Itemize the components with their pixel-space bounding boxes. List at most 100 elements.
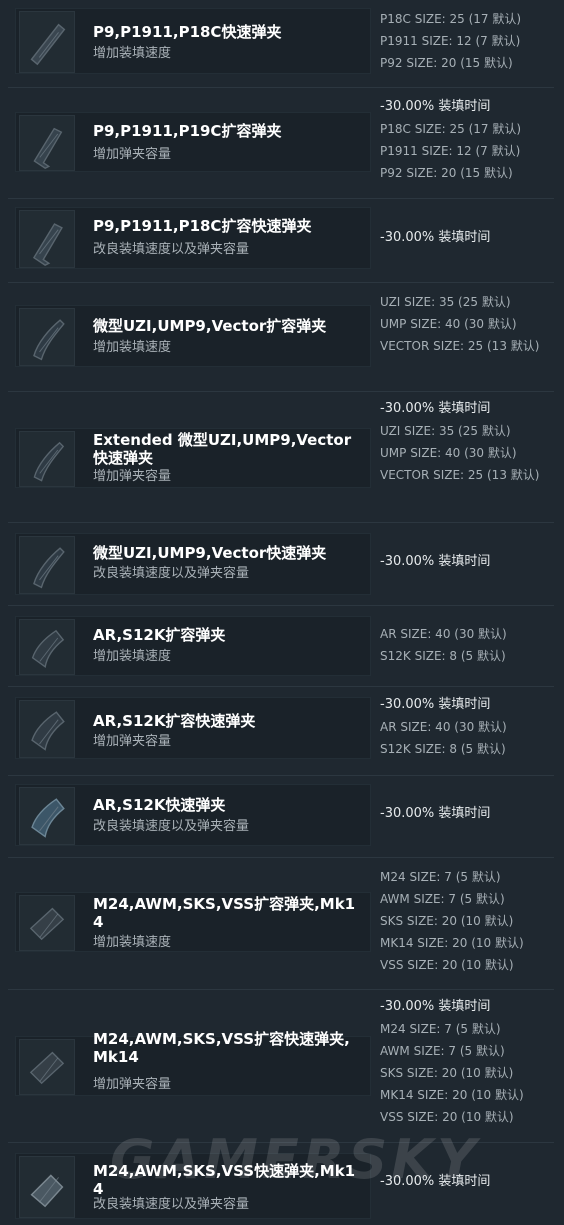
size-stat: P1911 SIZE: 12 (7 默认): [380, 34, 521, 48]
magazine-stats: P18C SIZE: 25 (17 默认) P1911 SIZE: 12 (7 默…: [380, 8, 550, 74]
magazine-description: 增加装填速度: [93, 340, 172, 355]
magazine-icon: [19, 895, 75, 951]
magazine-row: P9,P1911,P19C扩容弹夹 增加弹夹容量 -30.00% 装填时间 P18C …: [8, 87, 554, 198]
size-stat: UMP SIZE: 40 (30 默认): [380, 446, 517, 460]
size-stat: UZI SIZE: 35 (25 默认): [380, 424, 511, 438]
magazine-icon: [19, 210, 75, 268]
magazine-card: 微型UZI,UMP9,Vector扩容弹夹 增加装填速度: [15, 305, 371, 367]
magazine-icon: [19, 115, 75, 171]
size-stat: UMP SIZE: 40 (30 默认): [380, 317, 517, 331]
magazine-card: AR,S12K快速弹夹改良装填速度以及弹夹容量: [15, 784, 371, 846]
magazine-card: M24,AWM,SKS,VSS快速弹夹,Mk14 改良装填速度以及弹夹容量: [15, 1153, 371, 1219]
magazine-row: AR,S12K扩容弹夹 增加装填速度 AR SIZE: 40 (30 默认) S12K…: [8, 605, 554, 686]
magazine-card: P9,P1911,P18C快速弹夹 增加装填速度: [15, 8, 371, 74]
magazine-description: 改良装填速度以及弹夹容量: [93, 819, 250, 834]
magazine-description: 增加装填速度: [93, 649, 172, 664]
magazine-card: AR,S12K扩容快速弹夹 增加弹夹容量: [15, 697, 371, 759]
magazine-name: M24,AWM,SKS,VSS扩容快速弹夹,Mk14: [93, 1030, 350, 1066]
magazine-stats: AR SIZE: 40 (30 默认) S12K SIZE: 8 (5 默认): [380, 623, 550, 667]
magazine-name: AR,S12K扩容快速弹夹: [93, 712, 256, 730]
magazine-icon: [19, 700, 75, 758]
magazine-icon: [19, 431, 75, 487]
size-stat: P92 SIZE: 20 (15 默认): [380, 166, 513, 180]
reload-time-stat: -30.00% 装填时间: [380, 554, 491, 569]
magazine-card: M24,AWM,SKS,VSS扩容弹夹,Mk14 增加装填速度: [15, 892, 371, 952]
size-stat: P92 SIZE: 20 (15 默认): [380, 56, 513, 70]
magazine-row: AR,S12K快速弹夹改良装填速度以及弹夹容量 -30.00% 装填时间: [8, 775, 554, 857]
magazine-name: AR,S12K快速弹夹: [93, 796, 226, 814]
magazine-name: P9,P1911,P18C扩容快速弹夹: [93, 217, 312, 235]
size-stat: M24 SIZE: 7 (5 默认): [380, 1022, 501, 1036]
magazine-stats: M24 SIZE: 7 (5 默认) AWM SIZE: 7 (5 默认) SKS …: [380, 866, 550, 976]
reload-time-stat: -30.00% 装填时间: [380, 230, 491, 245]
magazine-icon: [19, 308, 75, 366]
reload-time-stat: -30.00% 装填时间: [380, 806, 491, 821]
magazine-stats: -30.00% 装填时间: [380, 227, 550, 249]
magazine-name: M24,AWM,SKS,VSS扩容弹夹,Mk14: [93, 895, 356, 931]
magazine-row: M24,AWM,SKS,VSS快速弹夹,Mk14 改良装填速度以及弹夹容量 -30.…: [8, 1142, 554, 1225]
magazine-row: 微型UZI,UMP9,Vector快速弹夹 改良装填速度以及弹夹容量 -30.00%…: [8, 522, 554, 605]
magazine-description: 增加装填速度: [93, 935, 172, 950]
magazine-row: M24,AWM,SKS,VSS扩容快速弹夹,Mk14 增加弹夹容量 -30.00% …: [8, 989, 554, 1142]
magazine-stats: -30.00% 装填时间: [380, 803, 550, 825]
reload-time-stat: -30.00% 装填时间: [380, 697, 491, 712]
reload-time-stat: -30.00% 装填时间: [380, 1174, 491, 1189]
size-stat: S12K SIZE: 8 (5 默认): [380, 649, 506, 663]
size-stat: P18C SIZE: 25 (17 默认): [380, 12, 522, 26]
magazine-row: M24,AWM,SKS,VSS扩容弹夹,Mk14 增加装填速度 M24 SIZE: …: [8, 857, 554, 989]
magazine-description: 改良装填速度以及弹夹容量: [93, 566, 250, 581]
reload-time-stat: -30.00% 装填时间: [380, 99, 491, 114]
magazine-row: 微型UZI,UMP9,Vector扩容弹夹 增加装填速度 UZI SIZE: 35 …: [8, 282, 554, 391]
magazine-name: AR,S12K扩容弹夹: [93, 626, 226, 644]
magazine-name: 微型UZI,UMP9,Vector快速弹夹: [93, 544, 327, 562]
size-stat: SKS SIZE: 20 (10 默认): [380, 914, 514, 928]
size-stat: VECTOR SIZE: 25 (13 默认): [380, 468, 540, 482]
magazine-stats: -30.00% 装填时间 M24 SIZE: 7 (5 默认) AWM SIZE: …: [380, 996, 550, 1128]
magazine-icon: [19, 1039, 75, 1095]
magazine-row: P9,P1911,P18C快速弹夹 增加装填速度 P18C SIZE: 25 (17…: [8, 0, 554, 86]
magazine-row: Extended 微型UZI,UMP9,Vector快速弹夹增加弹夹容量 -30.…: [8, 391, 554, 522]
magazine-stats: -30.00% 装填时间: [380, 551, 550, 573]
size-stat: S12K SIZE: 8 (5 默认): [380, 742, 506, 756]
magazine-name: P9,P1911,P18C快速弹夹: [93, 23, 282, 41]
size-stat: AR SIZE: 40 (30 默认): [380, 720, 507, 734]
magazine-card: M24,AWM,SKS,VSS扩容快速弹夹,Mk14 增加弹夹容量: [15, 1030, 371, 1096]
reload-time-stat: -30.00% 装填时间: [380, 401, 491, 416]
size-stat: P18C SIZE: 25 (17 默认): [380, 122, 522, 136]
size-stat: AWM SIZE: 7 (5 默认): [380, 892, 505, 906]
magazine-description: 改良装填速度以及弹夹容量: [93, 242, 250, 257]
size-stat: MK14 SIZE: 20 (10 默认): [380, 1088, 524, 1102]
magazine-card: 微型UZI,UMP9,Vector快速弹夹 改良装填速度以及弹夹容量: [15, 533, 371, 595]
magazine-description: 增加弹夹容量: [93, 734, 172, 749]
magazine-description: 增加弹夹容量: [93, 469, 172, 484]
magazine-name: 微型UZI,UMP9,Vector扩容弹夹: [93, 317, 327, 335]
size-stat: VECTOR SIZE: 25 (13 默认): [380, 339, 540, 353]
size-stat: UZI SIZE: 35 (25 默认): [380, 295, 511, 309]
size-stat: MK14 SIZE: 20 (10 默认): [380, 936, 524, 950]
magazine-name: M24,AWM,SKS,VSS快速弹夹,Mk14: [93, 1162, 356, 1198]
size-stat: P1911 SIZE: 12 (7 默认): [380, 144, 521, 158]
reload-time-stat: -30.00% 装填时间: [380, 999, 491, 1014]
magazine-icon: [19, 1156, 75, 1218]
size-stat: M24 SIZE: 7 (5 默认): [380, 870, 501, 884]
magazine-name: Extended 微型UZI,UMP9,Vector快速弹夹: [93, 431, 352, 467]
magazine-card: P9,P1911,P19C扩容弹夹 增加弹夹容量: [15, 112, 371, 172]
magazine-icon: [19, 11, 75, 73]
magazine-stats: -30.00% 装填时间 P18C SIZE: 25 (17 默认) P1911 S…: [380, 96, 550, 184]
magazine-row: P9,P1911,P18C扩容快速弹夹 改良装填速度以及弹夹容量 -30.00% 装…: [8, 198, 554, 282]
magazine-icon: [19, 536, 75, 594]
size-stat: AR SIZE: 40 (30 默认): [380, 627, 507, 641]
magazine-card: AR,S12K扩容弹夹 增加装填速度: [15, 616, 371, 676]
magazine-name: P9,P1911,P19C扩容弹夹: [93, 122, 282, 140]
size-stat: SKS SIZE: 20 (10 默认): [380, 1066, 514, 1080]
magazine-stats: -30.00% 装填时间: [380, 1171, 550, 1193]
magazine-icon: [19, 787, 75, 845]
magazine-row: AR,S12K扩容快速弹夹 增加弹夹容量 -30.00% 装填时间 AR SIZE: …: [8, 686, 554, 775]
magazine-card: P9,P1911,P18C扩容快速弹夹 改良装填速度以及弹夹容量: [15, 207, 371, 269]
magazine-description: 增加弹夹容量: [93, 147, 172, 162]
magazine-stats: -30.00% 装填时间 AR SIZE: 40 (30 默认) S12K SIZE…: [380, 694, 550, 760]
magazine-stats: UZI SIZE: 35 (25 默认) UMP SIZE: 40 (30 默认)…: [380, 291, 550, 357]
magazine-icon: [19, 619, 75, 675]
magazine-card: Extended 微型UZI,UMP9,Vector快速弹夹增加弹夹容量: [15, 428, 371, 488]
magazine-description: 增加弹夹容量: [93, 1077, 172, 1092]
